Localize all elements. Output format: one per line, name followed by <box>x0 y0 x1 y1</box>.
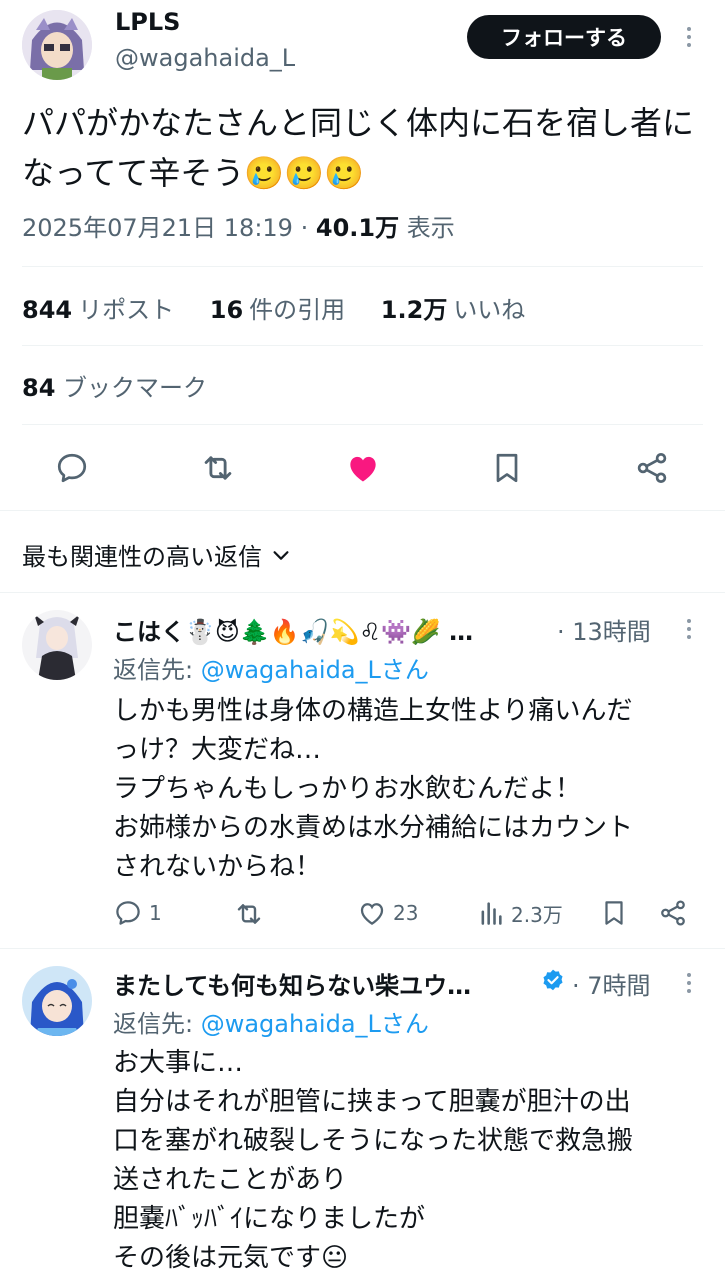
reply-text-line: しかも男性は身体の構造上女性より痛いんだ <box>113 696 633 726</box>
divider <box>0 592 725 593</box>
repost-icon <box>237 904 261 924</box>
repost-label[interactable]: リポスト <box>78 296 174 324</box>
reply-timestamp[interactable]: · 7時間 <box>572 966 651 1001</box>
reply-sort-label: 最も関連性の高い返信 <box>22 543 262 571</box>
reply-text-line: 口を塞がれ破裂しそうになった状態で救急搬 <box>113 1126 634 1156</box>
tweet-date[interactable]: 2025年07月21日 18:19 <box>22 214 293 242</box>
follow-button[interactable]: フォローする <box>467 15 661 59</box>
reply-to-prefix: 返信先: <box>113 1010 201 1038</box>
reply-to-prefix: 返信先: <box>113 656 201 684</box>
repost-icon <box>204 456 232 480</box>
reply-author-name[interactable]: こはく☃️😈🌲🔥🎣💫♌👾🌽 … <box>113 612 553 647</box>
reply-share-button[interactable] <box>658 898 688 928</box>
divider <box>0 510 725 511</box>
reply-icon <box>57 453 87 483</box>
reply-text-line: その後は元気です😐 <box>113 1243 349 1273</box>
reply-sort-dropdown[interactable]: 最も関連性の高い返信 <box>22 537 292 572</box>
more-options-icon[interactable] <box>679 968 699 998</box>
reply-text-line: お大事に… <box>113 1048 244 1078</box>
share-icon <box>637 453 667 483</box>
author-handle[interactable]: @wagahaida_L <box>115 44 295 72</box>
like-count[interactable]: 1.2万 <box>381 296 448 324</box>
meta-separator: · <box>300 214 309 242</box>
reply-reply-count: 1 <box>149 901 162 925</box>
reply-to-line: 返信先: @wagahaida_Lさん <box>113 650 429 685</box>
quote-count[interactable]: 16 <box>210 296 243 324</box>
reply-bookmark-button[interactable] <box>599 898 629 928</box>
chevron-down-icon <box>273 550 289 560</box>
reply-like-count: 23 <box>393 901 419 925</box>
reply-text-line: 自分はそれが胆管に挟まって胆嚢が胆汁の出 <box>113 1087 631 1117</box>
reply-text-line: お姉様からの水責めは水分補給にはカウント <box>113 813 634 843</box>
reply-avatar[interactable] <box>22 966 92 1036</box>
divider <box>22 424 703 425</box>
engagement-stats: 844 リポスト 16 件の引用 1.2万 いいね <box>22 290 531 325</box>
bookmark-button[interactable] <box>485 446 529 490</box>
like-icon <box>350 456 376 482</box>
more-options-icon[interactable] <box>679 614 699 644</box>
repost-button[interactable] <box>196 446 240 490</box>
reply-text-line: 送されたことがあり <box>113 1165 348 1195</box>
quote-label[interactable]: 件の引用 <box>249 296 345 324</box>
reply-text: お大事に… 自分はそれが胆管に挟まって胆嚢が胆汁の出 口を塞がれ破裂しそうになっ… <box>113 1044 703 1278</box>
reply-icon <box>116 901 140 925</box>
tweet-text: パパがかなたさんと同じく体内に石を宿し者になってて辛そう🥲🥲🥲 <box>22 104 695 192</box>
view-label: 表示 <box>406 214 455 242</box>
author-avatar[interactable] <box>22 10 92 80</box>
reply-to-link[interactable]: @wagahaida_L <box>201 656 381 684</box>
reply-button[interactable] <box>50 446 94 490</box>
author-name[interactable]: LPLS <box>115 8 180 36</box>
tweet-meta: 2025年07月21日 18:19 · 40.1万 表示 <box>22 208 455 243</box>
reply-avatar[interactable] <box>22 610 92 680</box>
reply-text-line: 胆嚢ﾊﾞｯﾊﾞｲになりましたが <box>113 1204 426 1234</box>
reply-repost-button[interactable] <box>233 898 271 930</box>
divider <box>22 345 703 346</box>
like-button[interactable] <box>341 446 385 490</box>
share-icon <box>661 900 685 926</box>
like-outline-icon <box>360 903 384 925</box>
divider <box>22 266 703 267</box>
reply-like-button[interactable]: 23 <box>357 898 418 928</box>
reply-author-name[interactable]: またしても何も知らない柴ユウ… <box>113 966 533 1001</box>
reply-views-button[interactable]: 2.3万 <box>477 898 563 928</box>
divider <box>0 948 725 949</box>
bookmark-label: ブックマーク <box>63 374 208 402</box>
bookmark-count: 84 <box>22 374 56 402</box>
bookmark-icon <box>496 453 518 483</box>
reply-text-line: っけ？大変だね… <box>113 735 322 765</box>
reply-to-line: 返信先: @wagahaida_Lさん <box>113 1004 429 1039</box>
views-icon <box>481 902 502 925</box>
view-count: 40.1万 <box>315 214 400 242</box>
reply-view-count: 2.3万 <box>511 902 563 927</box>
reply-to-link[interactable]: @wagahaida_L <box>201 1010 381 1038</box>
bookmark-stats: 84 ブックマーク <box>22 368 207 403</box>
repost-count[interactable]: 844 <box>22 296 72 324</box>
reply-to-suffix[interactable]: さん <box>381 656 429 684</box>
reply-to-suffix[interactable]: さん <box>381 1010 429 1038</box>
reply-text: しかも男性は身体の構造上女性より痛いんだ っけ？大変だね… ラプちゃんもしっかり… <box>113 692 703 887</box>
reply-reply-button[interactable]: 1 <box>113 898 162 928</box>
reply-text-line: ラプちゃんもしっかりお水飲むんだよ！ <box>113 774 582 804</box>
share-button[interactable] <box>630 446 674 490</box>
reply-text-line: されないからね！ <box>113 852 322 882</box>
bookmark-icon <box>605 901 623 925</box>
more-options-icon[interactable] <box>679 22 699 52</box>
reply-timestamp[interactable]: · 13時間 <box>557 612 651 647</box>
like-label[interactable]: いいね <box>453 296 525 324</box>
verified-badge-icon <box>540 968 566 994</box>
